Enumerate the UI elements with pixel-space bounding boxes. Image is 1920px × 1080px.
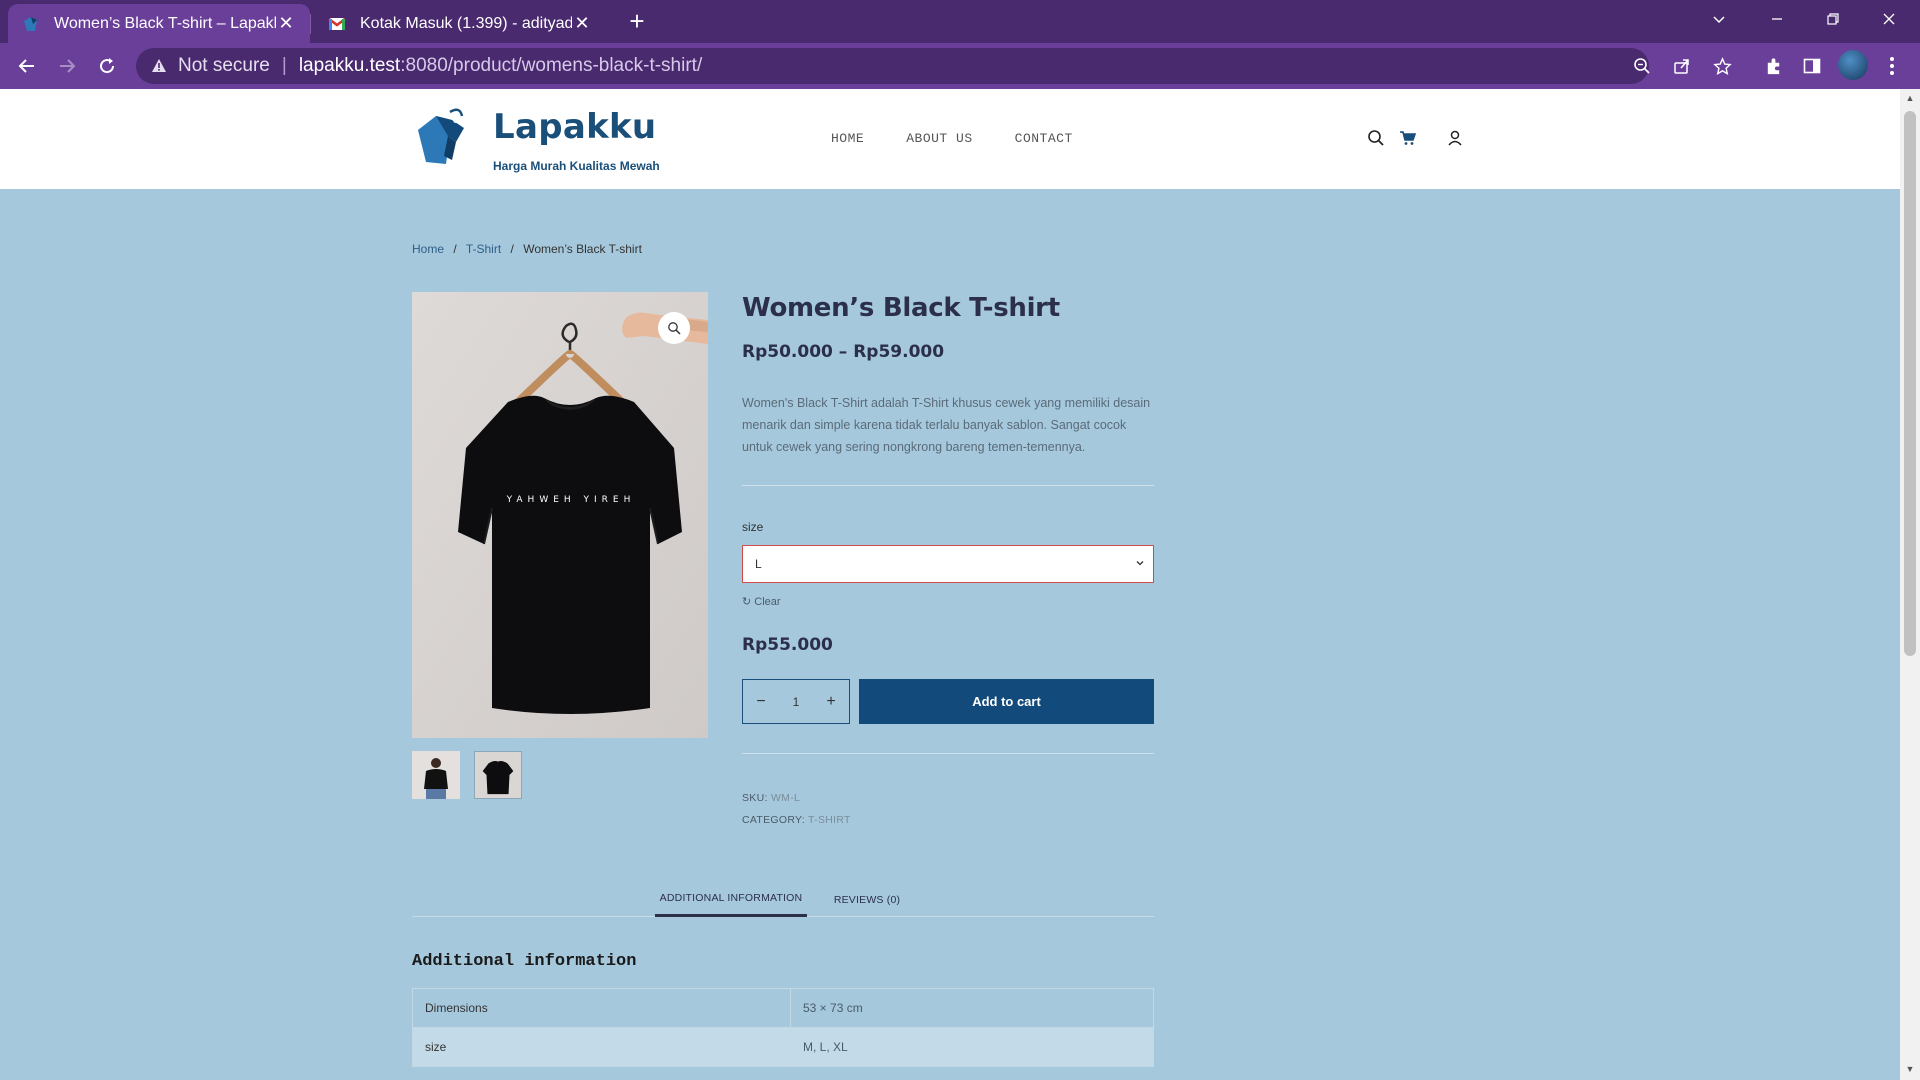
search-icon[interactable] bbox=[1367, 129, 1385, 147]
lapakku-favicon-icon bbox=[24, 16, 37, 31]
table-row: Dimensions 53 × 73 cm bbox=[412, 988, 1154, 1028]
product-sku: SKU: WM-L bbox=[742, 792, 800, 804]
variation-price: Rp55.000 bbox=[742, 635, 833, 655]
tab-separator bbox=[310, 14, 311, 34]
zoom-icon[interactable] bbox=[1627, 51, 1657, 81]
magnifier-icon bbox=[668, 322, 681, 335]
shirt-print-text: YAHWEH YIREH bbox=[506, 495, 636, 505]
clear-label: Clear bbox=[754, 596, 781, 608]
scrollbar-thumb[interactable] bbox=[1904, 111, 1916, 656]
close-tab-icon[interactable]: ✕ bbox=[572, 13, 592, 34]
account-icon[interactable] bbox=[1446, 129, 1464, 147]
back-icon[interactable] bbox=[12, 51, 42, 81]
tab-search-icon[interactable] bbox=[1692, 0, 1746, 38]
browser-toolbar: Not secure | lapakku.test :8080/product/… bbox=[0, 43, 1920, 89]
add-to-cart-button[interactable]: Add to cart bbox=[859, 679, 1154, 724]
site-header: Lapakku Harga Murah Kualitas Mewah HOME … bbox=[0, 89, 1900, 189]
site-logo-text[interactable]: Lapakku bbox=[493, 107, 656, 147]
product-description: Women's Black T-Shirt adalah T-Shirt khu… bbox=[742, 396, 1151, 454]
reload-icon[interactable] bbox=[92, 51, 122, 81]
gmail-favicon-icon bbox=[328, 17, 346, 30]
variation-label: size bbox=[742, 520, 764, 534]
image-zoom-button[interactable] bbox=[658, 312, 690, 344]
forward-icon[interactable] bbox=[52, 51, 82, 81]
quantity-decrease-button[interactable]: − bbox=[743, 693, 779, 711]
page-viewport: Lapakku Harga Murah Kualitas Mewah HOME … bbox=[0, 89, 1900, 1080]
security-label[interactable]: Not secure bbox=[178, 55, 270, 77]
sidepanel-icon[interactable] bbox=[1797, 51, 1827, 81]
product-category: CATEGORY: T-SHIRT bbox=[742, 814, 851, 826]
breadcrumb: Home / T-Shirt / Women’s Black T-shirt bbox=[412, 242, 642, 256]
profile-avatar[interactable] bbox=[1838, 50, 1868, 80]
tab-lapakku[interactable]: Women’s Black T-shirt – Lapakku ✕ bbox=[8, 4, 310, 43]
attribute-name: size bbox=[412, 1027, 791, 1067]
star-icon[interactable] bbox=[1707, 51, 1737, 81]
close-tab-icon[interactable]: ✕ bbox=[276, 13, 296, 34]
breadcrumb-home-link[interactable]: Home bbox=[412, 242, 444, 256]
divider bbox=[742, 753, 1154, 754]
restore-icon[interactable] bbox=[1806, 0, 1860, 38]
attribute-value: 53 × 73 cm bbox=[790, 988, 1154, 1028]
minimize-icon[interactable] bbox=[1750, 0, 1804, 38]
menu-icon[interactable] bbox=[1877, 51, 1907, 81]
additional-info-title: Additional information bbox=[412, 952, 637, 971]
divider bbox=[742, 485, 1154, 486]
quantity-input[interactable]: 1 bbox=[779, 695, 813, 709]
breadcrumb-separator: / bbox=[453, 242, 457, 256]
browser-window: Women’s Black T-shirt – Lapakku ✕ Kotak … bbox=[0, 0, 1920, 1080]
tab-gmail[interactable]: Kotak Masuk (1.399) - adityadwin ✕ bbox=[314, 4, 606, 43]
extensions-icon[interactable] bbox=[1758, 51, 1788, 81]
share-icon[interactable] bbox=[1667, 51, 1697, 81]
product-price-range: Rp50.000 – Rp59.000 bbox=[742, 342, 945, 362]
attributes-table: Dimensions 53 × 73 cm size M, L, XL bbox=[412, 988, 1154, 1067]
quantity-increase-button[interactable]: + bbox=[813, 693, 849, 711]
product-title: Women’s Black T-shirt bbox=[742, 293, 1060, 323]
main-navigation: HOME ABOUT US CONTACT bbox=[831, 131, 1115, 146]
breadcrumb-category-link[interactable]: T-Shirt bbox=[466, 242, 501, 256]
cart-icon[interactable] bbox=[1399, 129, 1417, 147]
address-bar[interactable]: Not secure | lapakku.test :8080/product/… bbox=[136, 48, 1649, 84]
url-host: lapakku.test bbox=[298, 55, 401, 76]
category-link[interactable]: T-SHIRT bbox=[808, 814, 851, 826]
breadcrumb-current: Women’s Black T-shirt bbox=[523, 242, 642, 256]
product-thumbnail-model[interactable] bbox=[412, 751, 460, 799]
url-path: :8080/product/womens-black-t-shirt/ bbox=[400, 55, 703, 76]
category-label: CATEGORY: bbox=[742, 814, 805, 826]
breadcrumb-separator: / bbox=[510, 242, 514, 256]
size-select-value: L bbox=[755, 557, 762, 571]
sku-value: WM-L bbox=[770, 792, 801, 804]
size-select[interactable]: L bbox=[742, 545, 1154, 583]
page-scrollbar[interactable]: ▲ ▼ bbox=[1900, 89, 1920, 1080]
tab-additional-information[interactable]: ADDITIONAL INFORMATION bbox=[655, 882, 807, 917]
product-main-image[interactable]: YAHWEH YIREH bbox=[412, 292, 708, 738]
attribute-value: M, L, XL bbox=[790, 1027, 1154, 1067]
lapakku-logo-icon[interactable] bbox=[412, 106, 476, 170]
table-row: size M, L, XL bbox=[412, 1027, 1154, 1067]
chevron-down-icon bbox=[1136, 561, 1144, 566]
product-tabs: ADDITIONAL INFORMATION REVIEWS (0) bbox=[412, 882, 1154, 917]
tab-strip: Women’s Black T-shirt – Lapakku ✕ Kotak … bbox=[0, 0, 1920, 43]
quantity-stepper[interactable]: − 1 + bbox=[742, 679, 850, 724]
sku-label: SKU: bbox=[742, 792, 768, 804]
tab-reviews[interactable]: REVIEWS (0) bbox=[822, 882, 912, 917]
product-thumbnail-hanger[interactable] bbox=[474, 751, 522, 799]
nav-home-link[interactable]: HOME bbox=[831, 131, 864, 146]
attribute-name: Dimensions bbox=[412, 988, 791, 1028]
site-tagline: Harga Murah Kualitas Mewah bbox=[493, 159, 660, 173]
tab-title: Women’s Black T-shirt – Lapakku bbox=[54, 14, 276, 32]
nav-contact-link[interactable]: CONTACT bbox=[1015, 131, 1073, 146]
scroll-down-icon[interactable]: ▼ bbox=[1905, 1064, 1915, 1074]
reset-icon: ↻ bbox=[742, 596, 752, 608]
scroll-up-icon[interactable]: ▲ bbox=[1905, 93, 1915, 103]
nav-about-link[interactable]: ABOUT US bbox=[906, 131, 972, 146]
new-tab-button[interactable]: + bbox=[622, 7, 652, 37]
tab-title: Kotak Masuk (1.399) - adityadwin bbox=[360, 14, 572, 32]
address-separator: | bbox=[281, 55, 287, 76]
close-window-icon[interactable] bbox=[1862, 0, 1916, 38]
product-photo: YAHWEH YIREH bbox=[412, 292, 708, 738]
warning-icon bbox=[152, 59, 166, 72]
clear-variation-link[interactable]: ↻ Clear bbox=[742, 595, 781, 608]
